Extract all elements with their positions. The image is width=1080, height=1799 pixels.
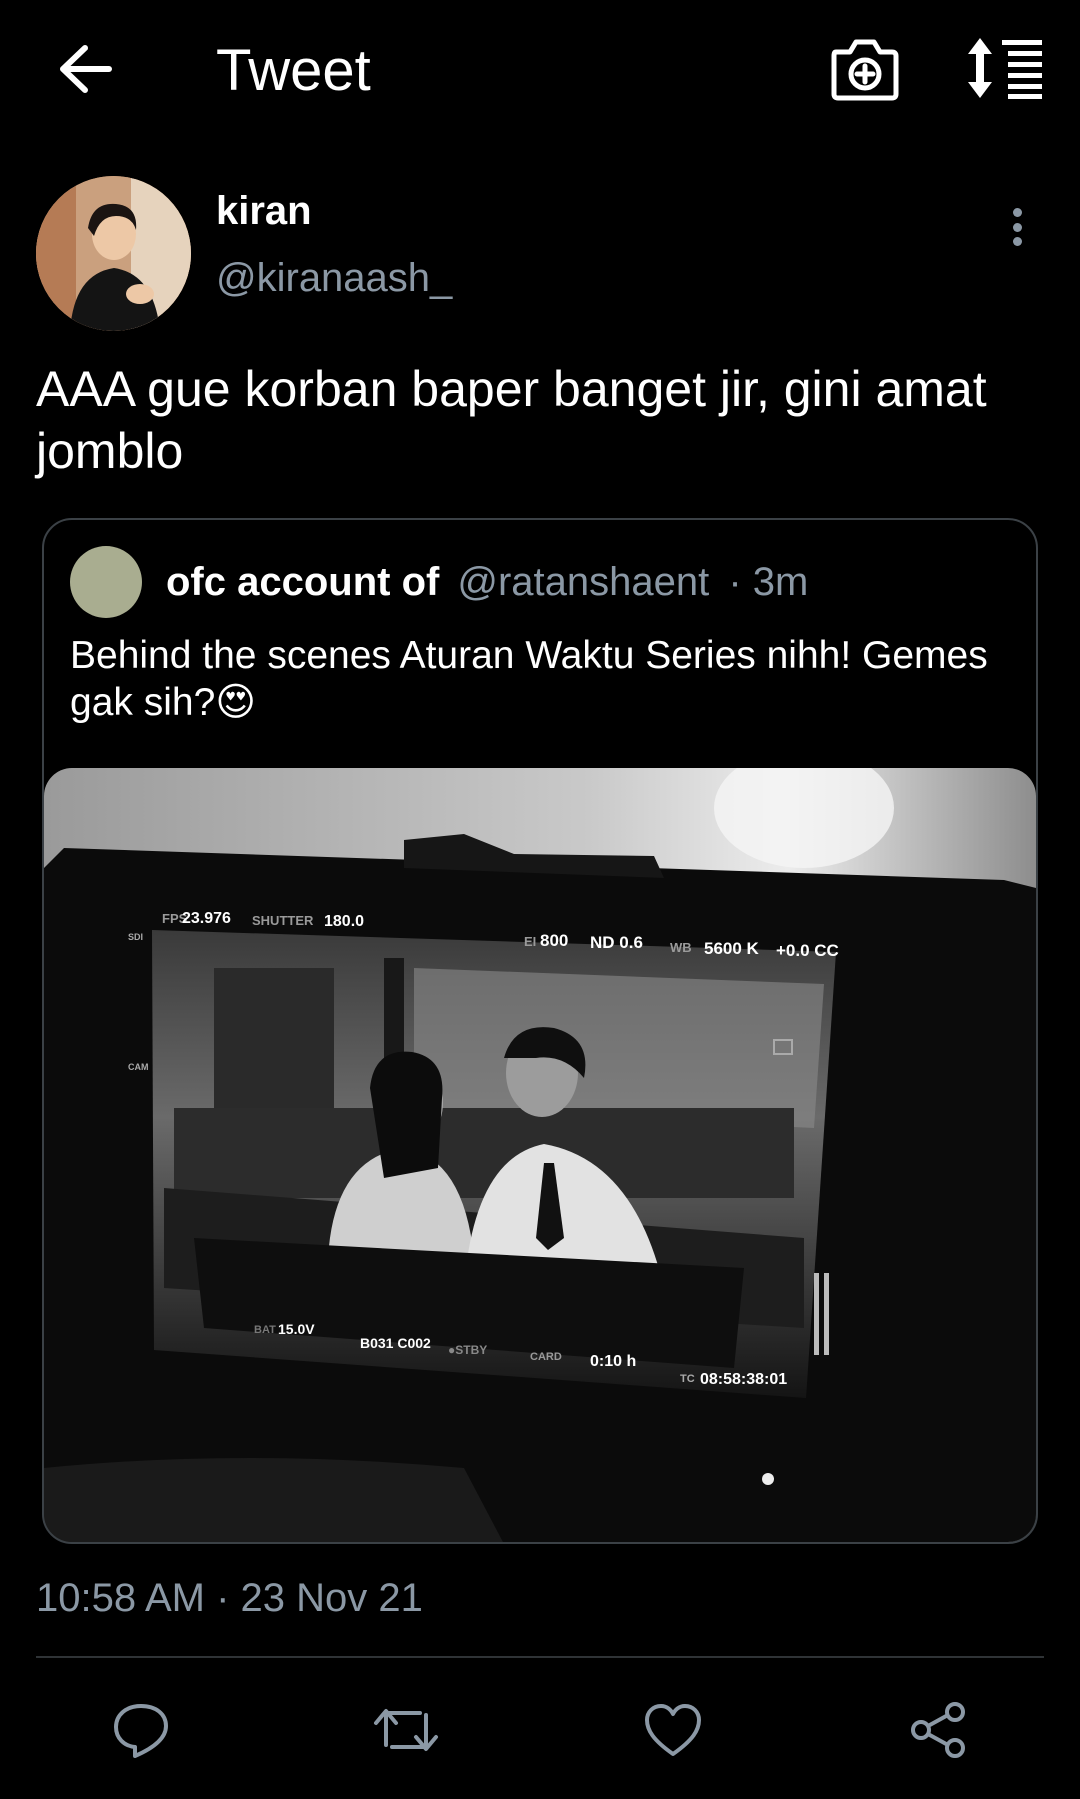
sdi-label: SDI — [128, 932, 143, 942]
more-options-button[interactable] — [1000, 200, 1034, 254]
more-dot-icon — [1012, 222, 1022, 232]
author-display-name[interactable]: kiran — [216, 188, 312, 234]
ei-label: EI — [524, 934, 536, 949]
card-label: CARD — [530, 1351, 562, 1363]
quoted-text-body: Behind the scenes Aturan Waktu Series ni… — [70, 634, 988, 724]
quoted-author-avatar — [70, 546, 142, 618]
cc-value: +0.0 CC — [776, 941, 839, 960]
wb-label: WB — [670, 940, 692, 955]
retweet-icon — [374, 1709, 438, 1751]
battery-value: 15.0V — [278, 1321, 315, 1337]
clip-value: B031 C002 — [360, 1335, 431, 1351]
sort-button[interactable] — [966, 36, 1046, 100]
quoted-media-image[interactable]: FPS 23.976 SHUTTER 180.0 EI 800 ND 0.6 W… — [44, 768, 1036, 1542]
author-handle[interactable]: @kiranaash_ — [216, 255, 452, 301]
quoted-author-handle: @ratanshaent — [457, 560, 710, 604]
quoted-tweet-card[interactable]: ofc account of @ratanshaent · 3m Behind t… — [42, 518, 1038, 1544]
nd-value: ND 0.6 — [590, 933, 643, 952]
tweet-action-bar — [0, 1690, 1080, 1770]
shutter-label: SHUTTER — [252, 913, 314, 928]
quoted-time: · 3m — [728, 560, 809, 604]
card-value: 0:10 h — [590, 1353, 636, 1370]
shutter-value: 180.0 — [324, 913, 364, 930]
reply-bubble-icon — [114, 1704, 168, 1758]
top-app-bar: Tweet — [0, 0, 1080, 140]
author-avatar-image — [36, 176, 191, 331]
battery-label: BAT — [254, 1324, 276, 1336]
sort-list-icon — [968, 38, 1042, 99]
page-title: Tweet — [216, 38, 371, 103]
standby-label: ●STBY — [448, 1343, 487, 1357]
tweet-timestamp: 10:58 AM · 23 Nov 21 — [36, 1576, 423, 1620]
camera-button[interactable] — [828, 32, 902, 104]
back-button[interactable] — [50, 38, 120, 100]
author-avatar[interactable] — [36, 176, 191, 331]
more-dot-icon — [1012, 208, 1022, 217]
retweet-button[interactable] — [366, 1690, 446, 1770]
camera-plus-icon — [831, 39, 899, 101]
arrow-left-icon — [60, 45, 112, 93]
quoted-author-name: ofc account of — [166, 560, 440, 604]
quoted-text: Behind the scenes Aturan Waktu Series ni… — [70, 632, 1010, 726]
divider — [36, 1656, 1044, 1658]
like-button[interactable] — [633, 1690, 713, 1770]
timecode-label: TC — [680, 1373, 695, 1385]
more-dot-icon — [1012, 237, 1022, 246]
fps-value: 23.976 — [182, 910, 231, 927]
share-button[interactable] — [899, 1690, 979, 1770]
heart-icon — [645, 1704, 701, 1756]
share-icon — [911, 1702, 965, 1758]
heart-eyes-emoji: 😍 — [215, 681, 256, 724]
reply-button[interactable] — [101, 1690, 181, 1770]
wb-value: 5600 K — [704, 939, 760, 958]
quoted-header: ofc account of @ratanshaent · 3m — [166, 558, 808, 606]
cam-label: CAM — [128, 1062, 149, 1072]
timecode-value: 08:58:38:01 — [700, 1371, 787, 1388]
tweet-text: AAA gue korban baper banget jir, gini am… — [36, 361, 987, 479]
camera-monitor-photo: FPS 23.976 SHUTTER 180.0 EI 800 ND 0.6 W… — [44, 768, 1036, 1542]
ei-value: 800 — [540, 931, 568, 950]
